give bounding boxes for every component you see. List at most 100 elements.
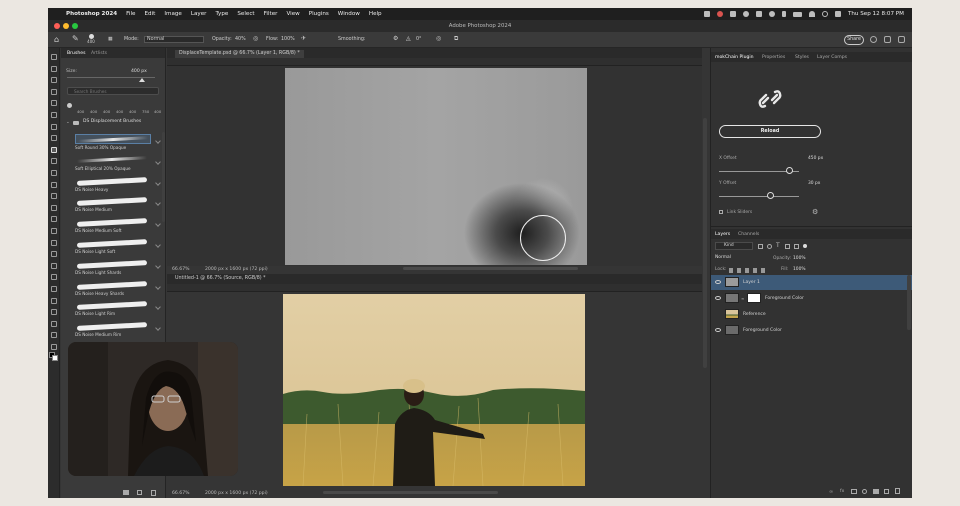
- tool-icon[interactable]: [51, 112, 57, 118]
- tool-icon[interactable]: [51, 262, 57, 269]
- tab-styles[interactable]: Styles: [795, 55, 809, 60]
- x-offset-slider-handle[interactable]: [786, 167, 794, 174]
- new-layer-icon[interactable]: [884, 489, 889, 494]
- brushes-scrollbar[interactable]: [162, 132, 165, 222]
- tool-icon[interactable]: [51, 123, 57, 130]
- menu-filter[interactable]: Filter: [264, 11, 278, 17]
- doc1-zoom[interactable]: 66.67%: [172, 267, 190, 272]
- tool-icon[interactable]: [51, 100, 57, 107]
- menu-select[interactable]: Select: [237, 11, 254, 17]
- y-offset-track[interactable]: [719, 196, 799, 197]
- brush-stroke-preview[interactable]: [75, 196, 151, 207]
- layers-scrollbar[interactable]: [907, 275, 911, 330]
- eye-icon[interactable]: [715, 328, 721, 332]
- link-sliders-checkbox[interactable]: [719, 210, 723, 214]
- blend-mode-select[interactable]: Normal: [715, 254, 767, 262]
- menu-view[interactable]: View: [286, 11, 299, 17]
- brush-name[interactable]: DS Noise Heavy Shards: [75, 291, 124, 296]
- minimize-window-button[interactable]: [63, 23, 69, 29]
- brush-name[interactable]: DS Noise Heavy: [75, 187, 108, 192]
- fx-icon[interactable]: fx: [840, 489, 844, 494]
- menu-plugins[interactable]: Plugins: [309, 11, 329, 17]
- new-brush-icon[interactable]: [137, 490, 142, 495]
- tool-icon[interactable]: [51, 158, 57, 165]
- brush-settings-icon[interactable]: ▦: [108, 37, 113, 42]
- angle-icon[interactable]: ◬: [406, 35, 411, 42]
- menu-type[interactable]: Type: [215, 11, 228, 17]
- tool-icon[interactable]: [51, 286, 57, 292]
- eye-icon[interactable]: [715, 280, 721, 284]
- tool-icon[interactable]: [51, 216, 57, 223]
- tab-channels[interactable]: Channels: [738, 232, 759, 237]
- plugin-settings-icon[interactable]: ⚙: [812, 208, 818, 216]
- layer-filter-kind[interactable]: Kind: [715, 242, 753, 250]
- brush-tool-icon[interactable]: ✎: [72, 34, 79, 43]
- doc1-tab[interactable]: DisplaceTemplate.psd @ 66.7% (Layer 1, R…: [175, 50, 304, 58]
- recent-brush-size-4[interactable]: 400: [129, 109, 136, 114]
- filter-toggle-icon[interactable]: [803, 244, 807, 248]
- menu-image[interactable]: Image: [164, 11, 182, 17]
- layer-row-reference[interactable]: Reference: [711, 307, 912, 322]
- battery-icon[interactable]: [792, 11, 802, 17]
- brush-name[interactable]: DS Noise Light Shards: [75, 270, 121, 275]
- brush-group-name[interactable]: DS Displacement Brushes: [83, 119, 141, 124]
- zoom-window-button[interactable]: [72, 23, 78, 29]
- brush-stroke-preview[interactable]: [75, 134, 151, 144]
- tool-icon[interactable]: [51, 181, 57, 188]
- close-window-button[interactable]: [54, 23, 60, 29]
- play-icon[interactable]: [742, 11, 749, 17]
- brush-stroke-preview[interactable]: [75, 321, 151, 332]
- screen-icon[interactable]: [729, 11, 736, 17]
- tool-icon[interactable]: [51, 88, 57, 95]
- tool-icon[interactable]: [51, 193, 57, 200]
- filter-adjustment-icon[interactable]: [767, 244, 772, 249]
- doc-v-scrollbar[interactable]: [703, 118, 707, 368]
- tab-artlists[interactable]: Artlists: [91, 51, 107, 56]
- layer-row-foreground-color-2[interactable]: Foreground Color: [711, 323, 912, 338]
- tool-icon[interactable]: [51, 239, 57, 246]
- filter-shape-icon[interactable]: [785, 244, 790, 249]
- flow-field[interactable]: 100%: [281, 37, 295, 42]
- brush-name[interactable]: Soft Elliptical 20% Opaque: [75, 166, 131, 171]
- tool-icon[interactable]: [51, 228, 57, 234]
- doc2-canvas-photo[interactable]: [283, 294, 585, 486]
- tool-icon[interactable]: [51, 320, 57, 327]
- brush-stroke-preview[interactable]: [75, 300, 151, 311]
- doc1-h-scrollbar[interactable]: [403, 267, 578, 270]
- tool-icon[interactable]: [51, 146, 57, 153]
- tool-icon[interactable]: [51, 309, 57, 316]
- doc2-zoom[interactable]: 66.67%: [172, 491, 190, 496]
- menu-window[interactable]: Window: [338, 11, 360, 17]
- recent-brush-size-6[interactable]: 400: [154, 109, 161, 114]
- brush-stroke-preview[interactable]: [75, 217, 151, 228]
- tab-brushes[interactable]: Brushes: [67, 51, 85, 56]
- tool-icon[interactable]: [51, 251, 57, 258]
- tool-icon[interactable]: [51, 297, 57, 304]
- brush-name[interactable]: Soft Round 30% Opaque: [75, 145, 126, 150]
- y-offset-slider-handle[interactable]: [767, 192, 774, 199]
- brush-name[interactable]: DS Noise Light Soft: [75, 249, 115, 254]
- clock[interactable]: Thu Sep 12 8:07 PM: [848, 11, 904, 17]
- size-slider-handle[interactable]: [139, 78, 145, 82]
- layer-row-foreground-color[interactable]: ∞ Foreground Color: [711, 291, 912, 306]
- doc2-h-scrollbar[interactable]: [323, 491, 498, 494]
- adjustment-icon[interactable]: [862, 489, 867, 494]
- recent-brush-size-0[interactable]: 400: [77, 109, 84, 114]
- search-brushes-input[interactable]: Search Brushes: [67, 87, 159, 95]
- lock-icons[interactable]: [729, 268, 769, 273]
- link-layers-icon[interactable]: ∞: [829, 489, 833, 495]
- recent-brush-size-1[interactable]: 400: [90, 109, 97, 114]
- tab-layer-comps[interactable]: Layer Comps: [817, 55, 847, 60]
- brush-name[interactable]: DS Noise Medium Soft: [75, 228, 122, 233]
- new-group-icon[interactable]: [123, 490, 129, 495]
- search-icon[interactable]: [821, 11, 828, 17]
- tab-mokchain-plugin[interactable]: mokChain Plugin: [715, 55, 754, 60]
- search-icon[interactable]: [870, 36, 877, 43]
- menu-file[interactable]: File: [126, 11, 135, 17]
- menu-edit[interactable]: Edit: [145, 11, 156, 17]
- camera-icon[interactable]: [703, 11, 710, 17]
- tool-icon[interactable]: [51, 170, 57, 176]
- layer-opacity-value[interactable]: 100%: [793, 256, 806, 261]
- tool-icon[interactable]: [51, 332, 57, 339]
- pressure-opacity-icon[interactable]: ◎: [253, 35, 258, 42]
